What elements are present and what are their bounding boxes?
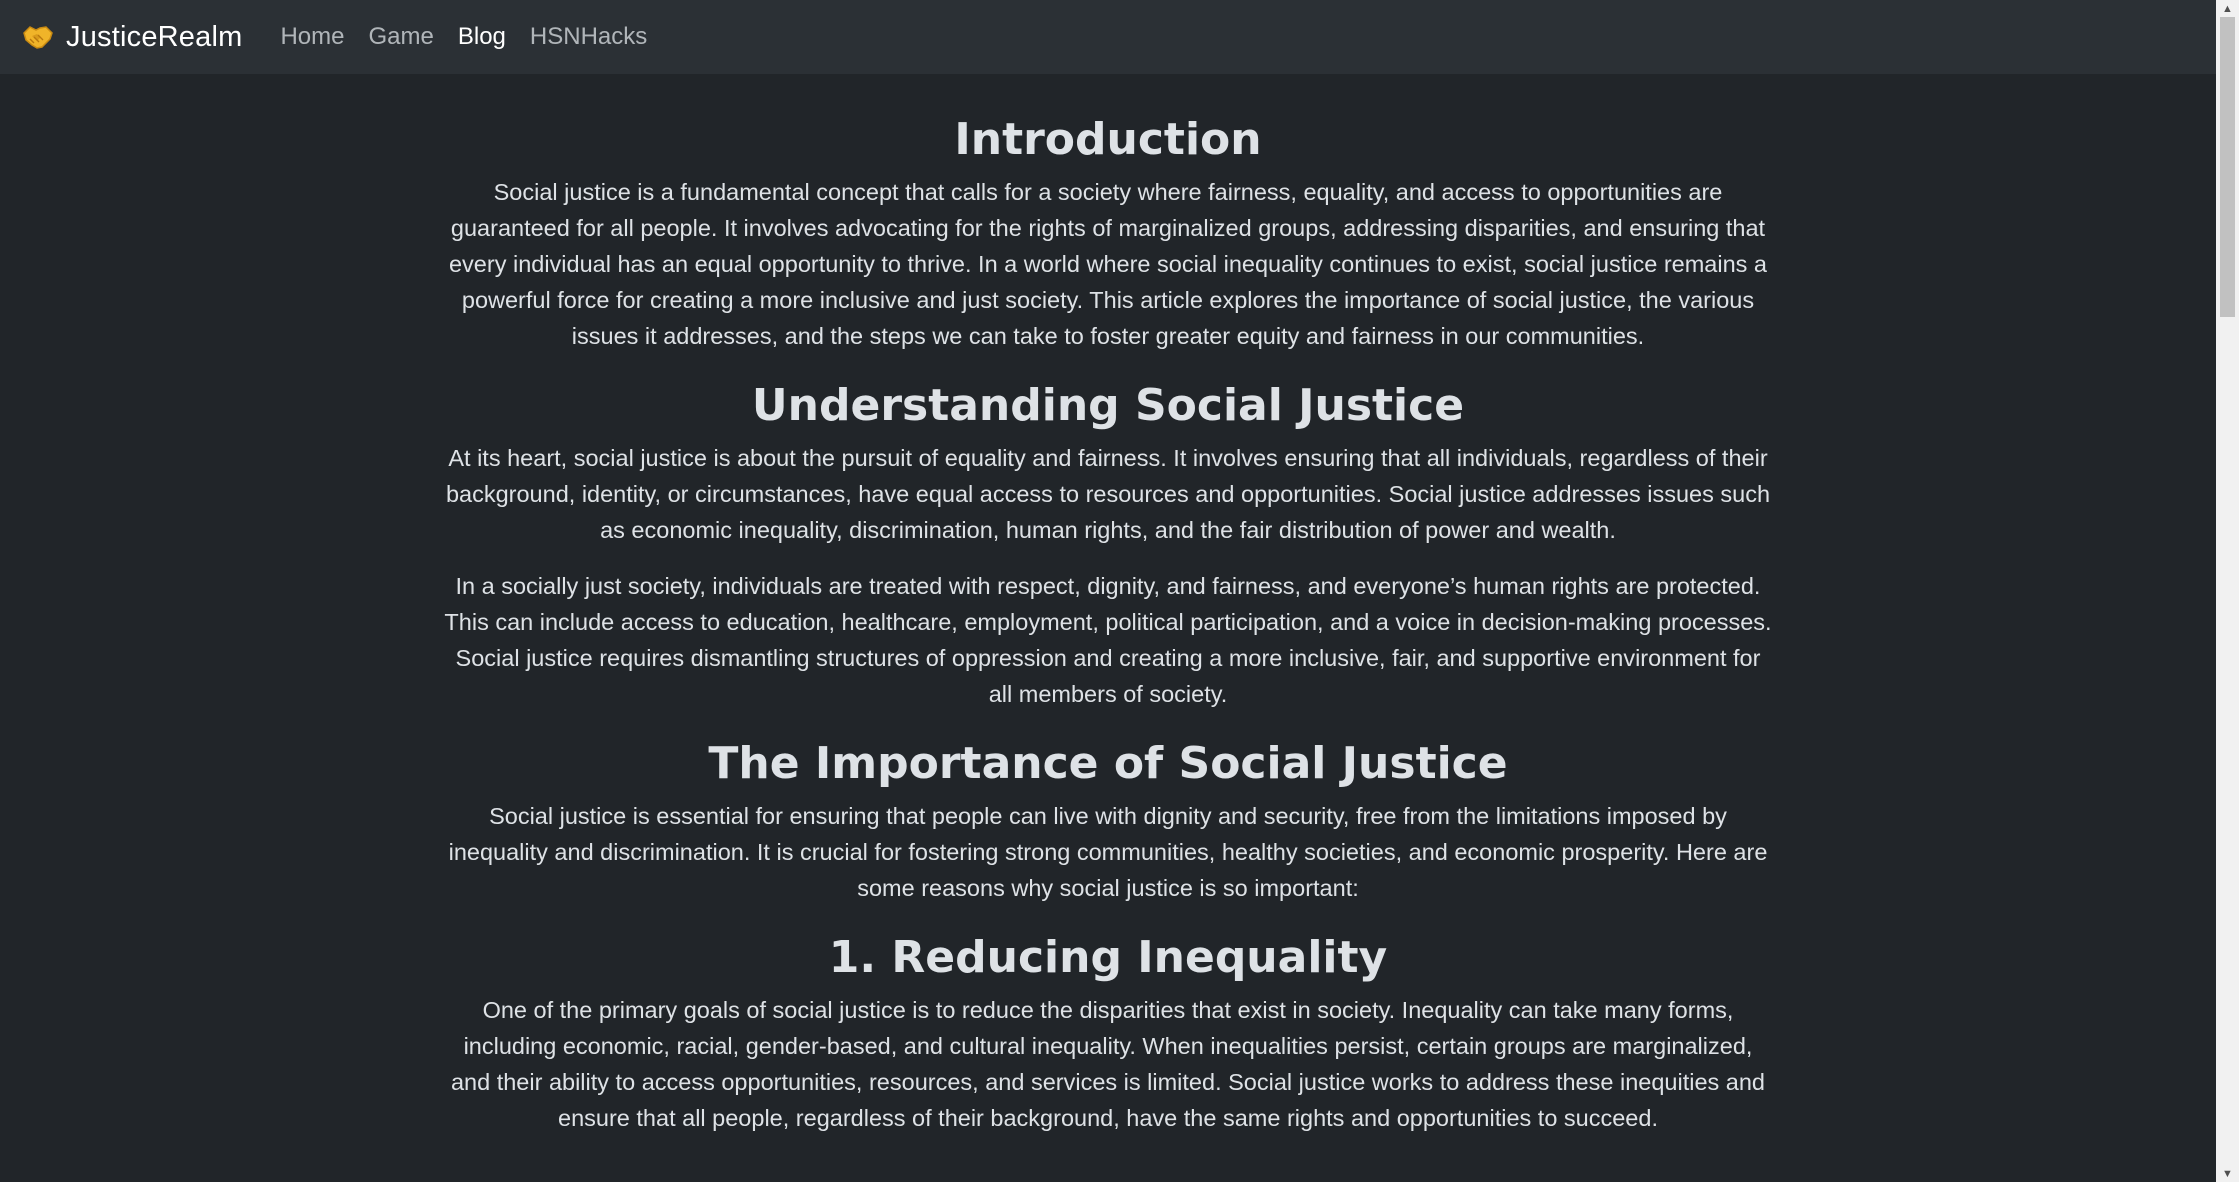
paragraph-reducing-inequality: One of the primary goals of social justi…: [450, 997, 1766, 1131]
paragraph-introduction: Social justice is a fundamental concept …: [448, 179, 1767, 349]
nav-game-link[interactable]: Game: [357, 23, 446, 51]
vertical-scrollbar[interactable]: ▲ ▼: [2216, 0, 2239, 1182]
main-nav: Home Game Blog HSNHacks: [268, 23, 659, 51]
section-heading-understanding: Understanding Social Justice: [751, 380, 1465, 431]
brand-link[interactable]: JusticeRealm: [22, 21, 242, 54]
arrow-up-icon[interactable]: ▲: [2216, 0, 2239, 17]
brand-name: JusticeRealm: [66, 20, 243, 53]
arrow-down-icon[interactable]: ▼: [2216, 1165, 2239, 1182]
paragraph-understanding-2: In a socially just society, individuals …: [444, 573, 1772, 707]
main-content: Introduction Social justice is a fundame…: [0, 74, 2216, 1182]
paragraph-importance: Social justice is essential for ensuring…: [448, 803, 1768, 901]
paragraph-understanding-1: At its heart, social justice is about th…: [445, 445, 1771, 543]
section-heading-reducing-inequality: 1. Reducing Inequality: [828, 932, 1388, 983]
nav-home-link[interactable]: Home: [268, 23, 356, 51]
section-heading-importance: The Importance of Social Justice: [708, 738, 1508, 789]
nav-blog-link[interactable]: Blog: [446, 23, 518, 51]
section-heading-introduction: Introduction: [954, 114, 1262, 165]
handshake-icon: [22, 23, 54, 51]
scrollbar-thumb[interactable]: [2220, 17, 2235, 317]
top-navbar: JusticeRealm Home Game Blog HSNHacks: [0, 0, 2216, 74]
nav-hsnhacks-link[interactable]: HSNHacks: [518, 23, 659, 51]
blog-article: Introduction Social justice is a fundame…: [443, 74, 1773, 1136]
